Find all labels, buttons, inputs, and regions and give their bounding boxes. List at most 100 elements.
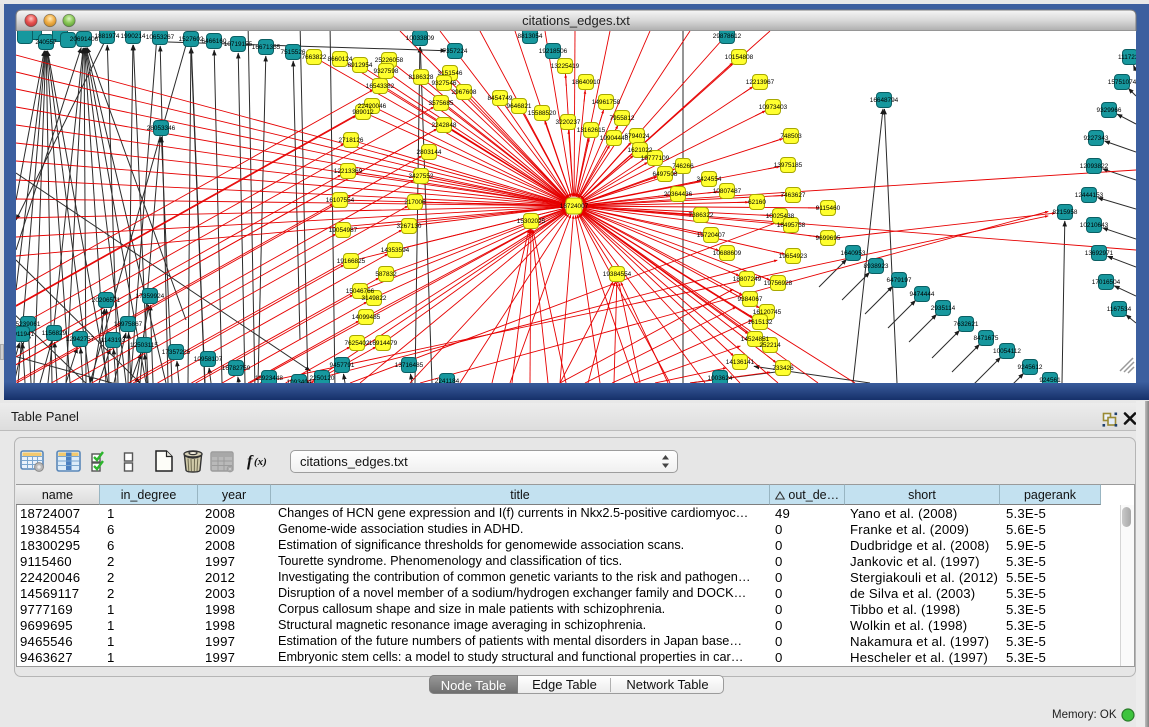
svg-text:2803144: 2803144 bbox=[417, 149, 442, 156]
svg-text:9646821: 9646821 bbox=[507, 103, 532, 110]
svg-text:8471675: 8471675 bbox=[974, 335, 999, 342]
svg-text:9457791: 9457791 bbox=[330, 362, 355, 369]
svg-text:10054112: 10054112 bbox=[993, 348, 1021, 355]
svg-text:f: f bbox=[247, 453, 254, 470]
svg-text:13692971: 13692971 bbox=[1085, 250, 1114, 257]
svg-text:10154808: 10154808 bbox=[725, 54, 754, 61]
svg-text:19756928: 19756928 bbox=[764, 280, 793, 287]
svg-text:14961758: 14961758 bbox=[592, 99, 621, 106]
svg-text:13975185: 13975185 bbox=[774, 162, 803, 169]
svg-text:citations_edges.txt: citations_edges.txt bbox=[522, 13, 630, 28]
svg-text:16671355: 16671355 bbox=[252, 44, 281, 51]
svg-text:7955812: 7955812 bbox=[610, 115, 635, 122]
svg-text:16914479: 16914479 bbox=[369, 340, 398, 347]
svg-text:13162615: 13162615 bbox=[577, 127, 606, 134]
svg-text:10653267: 10653267 bbox=[146, 34, 175, 41]
svg-text:217006: 217006 bbox=[404, 199, 426, 206]
svg-text:6479197: 6479197 bbox=[887, 277, 912, 284]
svg-text:13716485: 13716485 bbox=[395, 362, 424, 369]
svg-text:1990214: 1990214 bbox=[121, 33, 146, 40]
svg-text:62160: 62160 bbox=[748, 199, 766, 206]
svg-text:10807487: 10807487 bbox=[713, 188, 742, 195]
svg-text:7632621: 7632621 bbox=[954, 321, 979, 328]
svg-text:16107554: 16107554 bbox=[326, 197, 355, 204]
svg-text:1156829: 1156829 bbox=[42, 330, 67, 337]
svg-text:9329966: 9329966 bbox=[1097, 107, 1122, 114]
svg-text:748503: 748503 bbox=[780, 133, 802, 140]
svg-text:13225419: 13225419 bbox=[551, 63, 580, 70]
svg-text:6497508: 6497508 bbox=[653, 171, 678, 178]
svg-text:19166825: 19166825 bbox=[337, 258, 366, 265]
svg-text:9327546: 9327546 bbox=[432, 80, 457, 87]
svg-text:20206571: 20206571 bbox=[92, 297, 121, 304]
svg-text:12213967: 12213967 bbox=[746, 79, 775, 86]
svg-text:989012: 989012 bbox=[352, 109, 374, 116]
svg-text:8813054: 8813054 bbox=[518, 33, 543, 40]
svg-text:14099485: 14099485 bbox=[352, 314, 381, 321]
svg-text:8454749: 8454749 bbox=[488, 95, 513, 102]
svg-text:10973403: 10973403 bbox=[759, 104, 788, 111]
svg-text:11923448: 11923448 bbox=[255, 375, 283, 382]
svg-text:19777109: 19777109 bbox=[641, 155, 670, 162]
svg-text:1615132: 1615132 bbox=[748, 319, 773, 326]
svg-text:252214: 252214 bbox=[759, 342, 781, 349]
svg-text:3575685: 3575685 bbox=[429, 100, 454, 107]
svg-text:8938923: 8938923 bbox=[864, 263, 889, 270]
svg-text:20364436: 20364436 bbox=[664, 191, 693, 198]
svg-text:10033809: 10033809 bbox=[406, 35, 435, 42]
svg-text:2718126: 2718126 bbox=[339, 137, 364, 144]
svg-text:9384067: 9384067 bbox=[738, 296, 763, 303]
svg-text:25226058: 25226058 bbox=[375, 57, 404, 64]
svg-text:12942757: 12942757 bbox=[66, 336, 95, 343]
svg-text:18807249: 18807249 bbox=[733, 276, 762, 283]
svg-text:18724007: 18724007 bbox=[560, 203, 589, 210]
svg-text:587832: 587832 bbox=[375, 271, 397, 278]
svg-text:1640953: 1640953 bbox=[841, 250, 866, 257]
svg-text:9699695: 9699695 bbox=[816, 235, 841, 242]
svg-text:3151546: 3151546 bbox=[438, 70, 463, 77]
svg-text:18640910: 18640910 bbox=[572, 79, 601, 86]
svg-text:2242848: 2242848 bbox=[432, 122, 457, 129]
svg-text:3424554: 3424554 bbox=[697, 176, 722, 183]
svg-text:9227343: 9227343 bbox=[1084, 135, 1109, 142]
svg-text:8912954: 8912954 bbox=[348, 62, 373, 69]
svg-text:15751074: 15751074 bbox=[1108, 79, 1137, 86]
svg-text:7386322: 7386322 bbox=[689, 212, 714, 219]
svg-text:19654923: 19654923 bbox=[779, 253, 808, 260]
svg-text:1143193: 1143193 bbox=[101, 337, 126, 344]
svg-text:10719155: 10719155 bbox=[224, 41, 253, 48]
svg-text:19384554: 19384554 bbox=[603, 271, 632, 278]
svg-text:15588520: 15588520 bbox=[528, 110, 557, 117]
svg-text:10688609: 10688609 bbox=[713, 250, 742, 257]
svg-text:2967608: 2967608 bbox=[452, 89, 477, 96]
svg-text:14136141: 14136141 bbox=[726, 359, 755, 366]
svg-text:2935114: 2935114 bbox=[931, 305, 956, 312]
svg-text:15720407: 15720407 bbox=[697, 232, 726, 239]
svg-text:14353594: 14353594 bbox=[381, 247, 410, 254]
svg-text:12444153: 12444153 bbox=[1075, 192, 1104, 199]
svg-text:12213369: 12213369 bbox=[334, 168, 363, 175]
svg-text:17357225: 17357225 bbox=[162, 349, 191, 356]
svg-text:733426: 733426 bbox=[772, 365, 794, 372]
svg-text:19054987: 19054987 bbox=[329, 227, 358, 234]
svg-text:16648794: 16648794 bbox=[870, 97, 899, 104]
svg-text:17359924: 17359924 bbox=[136, 293, 165, 300]
svg-text:16120745: 16120745 bbox=[753, 309, 782, 316]
svg-text:1621022: 1621022 bbox=[628, 147, 653, 154]
svg-text:10210643: 10210643 bbox=[1080, 222, 1109, 229]
svg-text:15302025: 15302025 bbox=[517, 218, 546, 225]
svg-text:7357224: 7357224 bbox=[443, 48, 468, 55]
svg-text:8186328: 8186328 bbox=[409, 74, 434, 81]
svg-text:746266: 746266 bbox=[672, 163, 694, 170]
svg-text:28053346: 28053346 bbox=[147, 125, 176, 132]
svg-text:7663822: 7663822 bbox=[302, 54, 327, 61]
svg-text:1167534: 1167534 bbox=[1107, 306, 1132, 313]
svg-text:7625402: 7625402 bbox=[345, 340, 370, 347]
svg-text:16543382: 16543382 bbox=[366, 83, 395, 90]
svg-text:7463627: 7463627 bbox=[781, 192, 806, 199]
svg-text:15046766: 15046766 bbox=[346, 288, 375, 295]
svg-text:29878612: 29878612 bbox=[713, 33, 742, 40]
svg-text:19218506: 19218506 bbox=[539, 48, 568, 55]
svg-text:12503115: 12503115 bbox=[130, 342, 158, 349]
svg-text:17016504: 17016504 bbox=[1092, 279, 1121, 286]
